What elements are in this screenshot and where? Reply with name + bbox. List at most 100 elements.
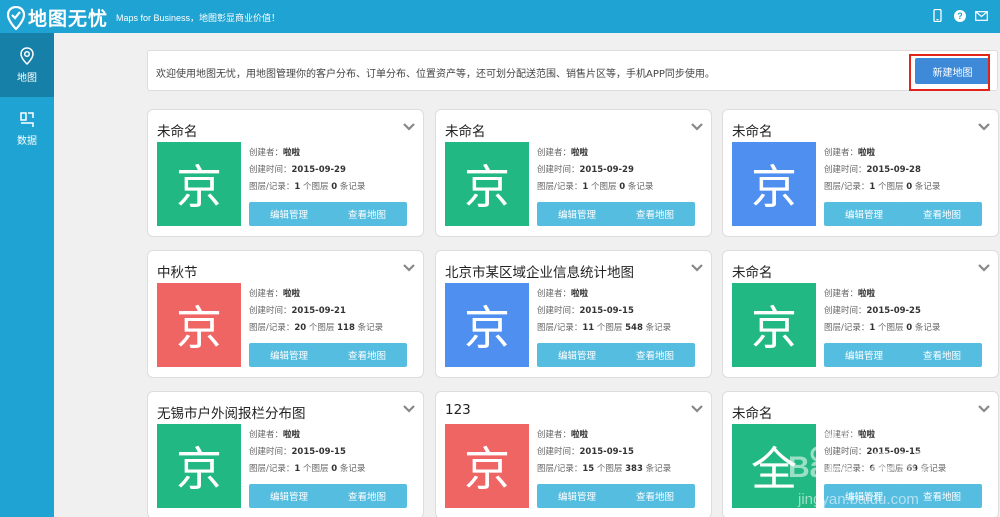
edit-manage-button[interactable]: 编辑管理 [824, 343, 904, 367]
layers-count: 6 [869, 464, 876, 474]
chevron-down-icon[interactable] [977, 122, 991, 132]
edit-manage-button[interactable]: 编辑管理 [537, 202, 617, 226]
layers-unit: 个图层 [303, 464, 329, 474]
creator-value: 啦啦 [858, 430, 876, 440]
created-value: 2015-09-15 [291, 447, 346, 457]
map-title[interactable]: 未命名 [732, 261, 773, 281]
map-thumbnail[interactable]: 京 [445, 283, 529, 367]
map-title[interactable]: 未命名 [732, 402, 773, 422]
view-map-button[interactable]: 查看地图 [615, 202, 695, 226]
svg-text:?: ? [957, 11, 963, 21]
edit-manage-button[interactable]: 编辑管理 [249, 202, 329, 226]
map-created-date: 创建时间：2015-09-25 [824, 304, 921, 316]
sidebar-item-map[interactable]: 地图 [0, 33, 54, 97]
map-thumbnail[interactable]: 京 [732, 283, 816, 367]
chevron-down-icon[interactable] [690, 404, 704, 414]
map-layers-records: 图层/记录：1 个图层 0 条记录 [824, 321, 940, 333]
app-logo[interactable]: 地图无忧 [6, 4, 108, 31]
map-creator: 创建者：啦啦 [249, 428, 300, 440]
map-thumbnail[interactable]: 京 [157, 283, 241, 367]
created-label: 创建时间： [824, 306, 867, 316]
map-card[interactable]: 未命名京 创建者：啦啦 创建时间：2015-09-28 图层/记录：1 个图层 0 条… [722, 109, 999, 237]
map-thumbnail[interactable]: 京 [445, 424, 529, 508]
edit-manage-button[interactable]: 编辑管理 [824, 484, 904, 508]
sidebar: 地图 数据 [0, 33, 54, 517]
map-thumbnail[interactable]: 京 [157, 142, 241, 226]
records-unit: 条记录 [627, 182, 654, 192]
mail-icon[interactable] [975, 9, 988, 22]
map-card[interactable]: 中秋节京 创建者：啦啦 创建时间：2015-09-21 图层/记录：20 个图层 11… [147, 250, 424, 378]
view-map-button[interactable]: 查看地图 [327, 484, 407, 508]
map-card[interactable]: 未命名京 创建者：啦啦 创建时间：2015-09-29 图层/记录：1 个图层 0 条… [435, 109, 712, 237]
map-title[interactable]: 未命名 [157, 120, 198, 140]
map-title[interactable]: 未命名 [445, 120, 486, 140]
help-icon[interactable]: ? [953, 9, 966, 22]
map-creator: 创建者：啦啦 [537, 146, 588, 158]
map-created-date: 创建时间：2015-09-15 [249, 445, 346, 457]
edit-manage-button[interactable]: 编辑管理 [249, 484, 329, 508]
map-card[interactable]: 无锡市户外阅报栏分布图京 创建者：啦啦 创建时间：2015-09-15 图层/记录：1… [147, 391, 424, 517]
map-thumbnail[interactable]: 全 [732, 424, 816, 508]
layers-count: 1 [869, 182, 876, 192]
edit-manage-button[interactable]: 编辑管理 [537, 343, 617, 367]
mobile-icon[interactable] [931, 9, 944, 22]
map-title[interactable]: 北京市某区域企业信息统计地图 [445, 261, 634, 281]
map-card[interactable]: 未命名京 创建者：啦啦创建时间：2015-09-25 图层/记录：1 个图层 0 条… [722, 250, 999, 378]
map-created-date: 创建时间：2015-09-29 [249, 163, 346, 175]
view-map-button[interactable]: 查看地图 [327, 202, 407, 226]
view-map-button[interactable]: 查看地图 [902, 484, 982, 508]
thumbnail-char: 京 [751, 160, 797, 214]
records-count: 118 [337, 323, 355, 333]
view-map-button[interactable]: 查看地图 [615, 343, 695, 367]
layers-label: 图层/记录： [249, 464, 295, 474]
layers-unit: 个图层 [591, 182, 617, 192]
map-layers-records: 图层/记录：6 个图层 69 条记录 [824, 462, 946, 474]
sidebar-item-data[interactable]: 数据 [0, 97, 54, 161]
map-card[interactable]: 未命名京 创建者：啦啦 创建时间：2015-09-29 图层/记录：1 个图层 0 条… [147, 109, 424, 237]
view-map-button[interactable]: 查看地图 [902, 202, 982, 226]
edit-manage-button[interactable]: 编辑管理 [249, 343, 329, 367]
created-label: 创建时间： [249, 447, 292, 457]
map-title[interactable]: 无锡市户外阅报栏分布图 [157, 402, 306, 422]
map-title[interactable]: 123 [445, 402, 471, 418]
creator-label: 创建者： [824, 430, 859, 440]
records-count: 548 [625, 323, 643, 333]
layers-label: 图层/记录： [249, 323, 295, 333]
creator-label: 创建者： [537, 148, 572, 158]
new-map-button[interactable]: 新建地图 [915, 58, 990, 84]
created-value: 2015-09-28 [866, 165, 921, 175]
map-thumbnail[interactable]: 京 [157, 424, 241, 508]
map-creator: 创建者：啦啦 [249, 146, 300, 158]
view-map-button[interactable]: 查看地图 [327, 343, 407, 367]
chevron-down-icon[interactable] [690, 122, 704, 132]
map-title[interactable]: 中秋节 [157, 261, 198, 281]
layers-count: 1 [294, 464, 301, 474]
map-thumbnail[interactable]: 京 [445, 142, 529, 226]
map-card[interactable]: 123 京 创建者：啦啦 创建时间：2015-09-15 图层/记录：15 个图层 38… [435, 391, 712, 517]
map-pin-icon [20, 46, 34, 65]
app-title: 地图无忧 [28, 8, 109, 30]
chevron-down-icon[interactable] [402, 263, 416, 273]
layers-label: 图层/记录： [824, 464, 870, 474]
view-map-button[interactable]: 查看地图 [615, 484, 695, 508]
edit-manage-button[interactable]: 编辑管理 [537, 484, 617, 508]
map-thumbnail[interactable]: 京 [732, 142, 816, 226]
records-unit: 条记录 [645, 323, 672, 333]
map-created-date: 创建时间：2015-09-15 [537, 445, 634, 457]
map-title[interactable]: 未命名 [732, 120, 773, 140]
thumbnail-char: 京 [176, 442, 222, 496]
edit-manage-button[interactable]: 编辑管理 [824, 202, 904, 226]
chevron-down-icon[interactable] [977, 263, 991, 273]
chevron-down-icon[interactable] [402, 122, 416, 132]
view-map-button[interactable]: 查看地图 [902, 343, 982, 367]
chevron-down-icon[interactable] [690, 263, 704, 273]
chevron-down-icon[interactable] [977, 404, 991, 414]
creator-label: 创建者： [249, 289, 284, 299]
creator-value: 啦啦 [283, 430, 301, 440]
map-card[interactable]: 未命名全 创建者：啦啦 创建时间：2015-09-15 图层/记录：6 个图层 69 … [722, 391, 999, 517]
chevron-down-icon[interactable] [402, 404, 416, 414]
map-card[interactable]: 北京市某区域企业信息统计地图京 创建者：啦啦 创建时间：2015-09-15 图层/记… [435, 250, 712, 378]
thumbnail-char: 京 [464, 442, 510, 496]
map-creator: 创建者：啦啦 [824, 287, 875, 299]
records-count: 0 [906, 182, 913, 192]
